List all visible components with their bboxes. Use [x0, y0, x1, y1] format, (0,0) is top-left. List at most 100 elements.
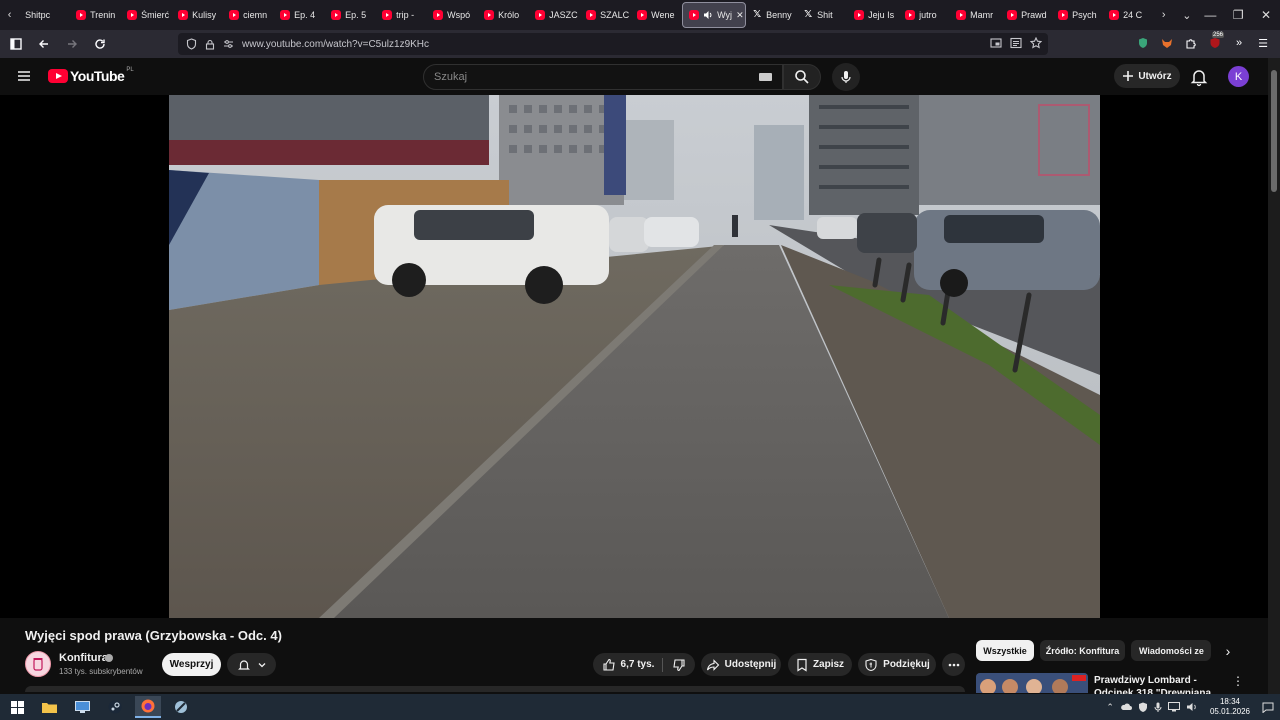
- page-scrollbar[interactable]: [1268, 58, 1280, 694]
- create-label: Utwórz: [1138, 70, 1172, 82]
- like-button[interactable]: 6,7 tys.: [602, 657, 664, 672]
- url-text[interactable]: www.youtube.com/watch?v=C5ulz1z9KHc: [242, 39, 429, 50]
- recommended-video-title[interactable]: Prawdziwy Lombard - Odcinek 318 "Drewnia…: [1094, 674, 1224, 694]
- app-tool-icon[interactable]: [168, 696, 194, 718]
- browser-tab[interactable]: Wene: [631, 2, 682, 28]
- thanks-button[interactable]: Podziękuj: [858, 653, 936, 676]
- browser-tab[interactable]: Shitpc: [19, 2, 70, 28]
- ublock-extension-icon[interactable]: 256: [1206, 32, 1225, 52]
- permissions-icon[interactable]: [223, 39, 234, 49]
- more-vertical-icon[interactable]: ⋮: [1232, 674, 1244, 688]
- onedrive-icon[interactable]: [1120, 703, 1132, 711]
- browser-tab[interactable]: Kulisy: [172, 2, 223, 28]
- sidebar-toggle-icon[interactable]: [4, 32, 28, 56]
- tab-scroll-left-icon[interactable]: ‹: [0, 2, 19, 28]
- more-actions-button[interactable]: [942, 653, 965, 676]
- tab-scroll-right-icon[interactable]: ›: [1154, 2, 1173, 28]
- subscription-notifications-button[interactable]: [227, 653, 276, 676]
- hamburger-menu-icon[interactable]: [14, 66, 34, 86]
- taskbar-clock[interactable]: 18:34 05.01.2026: [1210, 697, 1250, 717]
- network-icon[interactable]: [1167, 702, 1180, 712]
- browser-tab-label: Prawd: [1021, 10, 1047, 20]
- description-box[interactable]: [25, 686, 965, 692]
- browser-tab[interactable]: Wspó: [427, 2, 478, 28]
- extensions-puzzle-icon[interactable]: [1182, 34, 1200, 52]
- reload-icon[interactable]: [88, 32, 112, 56]
- reader-view-icon[interactable]: [1010, 37, 1022, 49]
- audio-playing-icon[interactable]: [703, 10, 713, 20]
- search-input[interactable]: Szukaj: [423, 64, 783, 90]
- tab-list-dropdown-icon[interactable]: ⌄: [1177, 2, 1196, 28]
- scrollbar-thumb[interactable]: [1271, 70, 1277, 192]
- browser-tab[interactable]: 𝕏 Shit: [797, 2, 848, 28]
- chip-source-channel[interactable]: Źródło: Konfitura: [1040, 640, 1125, 661]
- voice-search-button[interactable]: [832, 63, 860, 91]
- file-explorer-icon[interactable]: [36, 696, 62, 718]
- search-button[interactable]: [783, 64, 821, 90]
- clock-date: 05.01.2026: [1209, 707, 1250, 716]
- speaker-icon[interactable]: [1186, 702, 1198, 712]
- browser-tab[interactable]: 24 C: [1103, 2, 1154, 28]
- browser-tab[interactable]: SZALC: [580, 2, 631, 28]
- browser-tab[interactable]: Trenin: [70, 2, 121, 28]
- fox-extension-icon[interactable]: [1158, 34, 1176, 52]
- overflow-chevrons-icon[interactable]: »: [1230, 34, 1248, 52]
- browser-tab[interactable]: Psych: [1052, 2, 1103, 28]
- bookmark-star-icon[interactable]: [1030, 37, 1042, 49]
- back-arrow-icon[interactable]: [32, 32, 56, 56]
- browser-tab[interactable]: Ep. 4: [274, 2, 325, 28]
- close-window-button[interactable]: ✕: [1252, 0, 1280, 30]
- account-avatar[interactable]: K: [1228, 66, 1249, 87]
- keyboard-icon[interactable]: [759, 73, 772, 81]
- video-frame[interactable]: [169, 95, 1100, 618]
- microphone-tray-icon[interactable]: [1154, 702, 1162, 713]
- region-code: PL: [126, 67, 134, 73]
- notification-center-icon[interactable]: [1262, 702, 1274, 713]
- browser-tab[interactable]: ciemn: [223, 2, 274, 28]
- steam-icon[interactable]: [102, 696, 128, 718]
- computer-monitor-icon[interactable]: [69, 696, 95, 718]
- browser-tab[interactable]: Ep. 5: [325, 2, 376, 28]
- browser-tab[interactable]: jutro: [899, 2, 950, 28]
- create-button[interactable]: Utwórz: [1114, 64, 1180, 88]
- recommended-video-thumbnail[interactable]: [976, 673, 1088, 693]
- support-button[interactable]: Wesprzyj: [162, 653, 221, 676]
- tracking-shield-icon[interactable]: [186, 38, 197, 50]
- chip-news[interactable]: Wiadomości ze: [1131, 640, 1211, 661]
- lock-icon[interactable]: [205, 39, 215, 50]
- close-tab-icon[interactable]: ✕: [736, 10, 744, 21]
- browser-tab[interactable]: Prawd: [1001, 2, 1052, 28]
- windows-start-icon[interactable]: [4, 696, 30, 718]
- chevron-right-icon[interactable]: ›: [1219, 642, 1237, 660]
- browser-tab[interactable]: JASZC: [529, 2, 580, 28]
- dislike-button[interactable]: [668, 658, 686, 672]
- address-bar[interactable]: www.youtube.com/watch?v=C5ulz1z9KHc: [178, 33, 1048, 55]
- youtube-logo[interactable]: YouTube PL: [48, 67, 134, 84]
- picture-in-picture-icon[interactable]: [990, 37, 1002, 49]
- app-menu-icon[interactable]: ☰: [1254, 34, 1272, 52]
- firefox-icon[interactable]: [135, 696, 161, 718]
- chevron-up-icon[interactable]: ⌃: [1106, 702, 1114, 713]
- restore-window-button[interactable]: ❐: [1224, 0, 1252, 30]
- browser-tab[interactable]: trip -: [376, 2, 427, 28]
- browser-tab[interactable]: Mamr: [950, 2, 1001, 28]
- browser-tab[interactable]: 𝕏 Benny: [746, 2, 797, 28]
- chip-all[interactable]: Wszystkie: [976, 640, 1034, 661]
- channel-name[interactable]: Konfitura: [59, 652, 108, 664]
- forward-arrow-icon[interactable]: [60, 32, 84, 56]
- notifications-bell-icon[interactable]: [1189, 67, 1209, 87]
- browser-tab[interactable]: Wyj ✕: [682, 2, 747, 28]
- save-button[interactable]: Zapisz: [788, 653, 852, 676]
- youtube-favicon-icon: [178, 10, 189, 20]
- browser-tab[interactable]: Królo: [478, 2, 529, 28]
- browser-tab[interactable]: Śmierć: [121, 2, 172, 28]
- security-shield-icon[interactable]: [1138, 702, 1148, 713]
- youtube-favicon-icon: [433, 10, 444, 20]
- share-button[interactable]: Udostępnij: [701, 653, 781, 676]
- channel-avatar[interactable]: [25, 651, 51, 677]
- video-player[interactable]: [0, 95, 1268, 618]
- browser-tab-label: SZALC: [600, 10, 630, 20]
- browser-tab[interactable]: Jeju Is: [848, 2, 899, 28]
- shield-extension-icon[interactable]: [1134, 34, 1152, 52]
- minimize-window-button[interactable]: —: [1196, 0, 1224, 30]
